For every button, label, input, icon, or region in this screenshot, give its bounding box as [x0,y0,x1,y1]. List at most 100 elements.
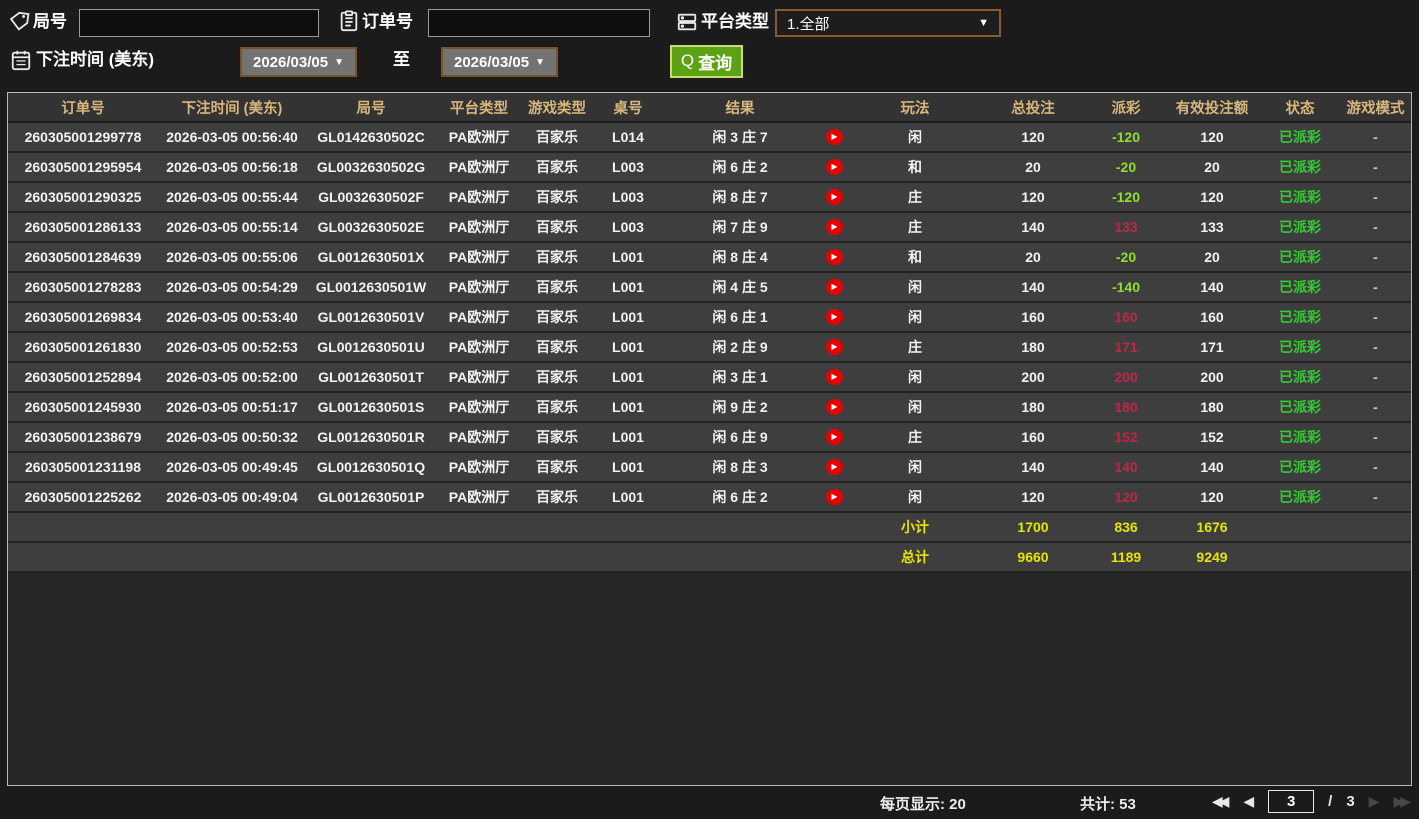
cell-order-id: 260305001278283 [8,279,158,295]
round-id-input[interactable] [79,9,319,37]
search-button-label: 查询 [698,49,732,74]
table-row[interactable]: 260305001290325 2026-03-05 00:55:44 GL00… [8,183,1411,213]
cell-game-type: 百家乐 [522,307,592,327]
first-page-icon[interactable]: ◀◀ [1212,793,1230,810]
play-video-icon[interactable]: ▶ [826,429,843,445]
cell-bet-time: 2026-03-05 00:49:45 [158,459,306,475]
table-row[interactable]: 260305001261830 2026-03-05 00:52:53 GL00… [8,333,1411,363]
cell-game-type: 百家乐 [522,397,592,417]
cell-play: 庄 [852,427,978,447]
cell-valid-bet: 133 [1164,219,1260,235]
cell-payout: -20 [1088,249,1164,265]
search-button[interactable]: Q 查询 [670,45,743,78]
table-row[interactable]: 260305001252894 2026-03-05 00:52:00 GL00… [8,363,1411,393]
current-page-input[interactable]: 3 [1268,790,1314,813]
table-empty-area [8,573,1411,785]
table-row[interactable]: 260305001225262 2026-03-05 00:49:04 GL00… [8,483,1411,513]
col-header-total-bet: 总投注 [978,97,1088,118]
cell-game-type: 百家乐 [522,487,592,507]
cell-play: 闲 [852,277,978,297]
cell-total-bet: 140 [978,279,1088,295]
subtotal-label: 小计 [852,517,978,537]
cell-table-id: L001 [592,339,664,355]
table-row[interactable]: 260305001299778 2026-03-05 00:56:40 GL01… [8,123,1411,153]
cell-result: 闲 9 庄 2 [664,397,816,417]
col-header-bet-time: 下注时间 (美东) [158,97,306,118]
play-video-icon[interactable]: ▶ [826,459,843,475]
cell-round-id: GL0142630502C [306,129,436,145]
tag-icon [8,11,30,33]
col-header-status: 状态 [1260,97,1340,118]
cell-status: 已派彩 [1260,337,1340,357]
order-id-input[interactable] [428,9,650,37]
col-header-order-id: 订单号 [8,97,158,118]
next-page-icon[interactable]: ▶ [1369,793,1380,810]
cell-play: 闲 [852,457,978,477]
table-row[interactable]: 260305001295954 2026-03-05 00:56:18 GL00… [8,153,1411,183]
cell-play: 和 [852,247,978,267]
table-row[interactable]: 260305001269834 2026-03-05 00:53:40 GL00… [8,303,1411,333]
table-row[interactable]: 260305001284639 2026-03-05 00:55:06 GL00… [8,243,1411,273]
cell-table-id: L003 [592,189,664,205]
play-video-icon[interactable]: ▶ [826,489,843,505]
cell-valid-bet: 140 [1164,279,1260,295]
cell-result: 闲 3 庄 1 [664,367,816,387]
cell-round-id: GL0012630501T [306,369,436,385]
prev-page-icon[interactable]: ◀ [1243,793,1254,810]
cell-game-type: 百家乐 [522,157,592,177]
cell-valid-bet: 20 [1164,249,1260,265]
date-from-picker[interactable]: 2026/03/05 ▼ [240,47,357,77]
cell-payout: -120 [1088,129,1164,145]
play-video-icon[interactable]: ▶ [826,369,843,385]
play-video-icon[interactable]: ▶ [826,279,843,295]
cell-round-id: GL0012630501X [306,249,436,265]
cell-result: 闲 2 庄 9 [664,337,816,357]
cell-platform: PA欧洲厅 [436,127,522,147]
cell-bet-time: 2026-03-05 00:54:29 [158,279,306,295]
cell-bet-time: 2026-03-05 00:52:00 [158,369,306,385]
play-video-icon[interactable]: ▶ [826,249,843,265]
cell-table-id: L001 [592,489,664,505]
cell-total-bet: 180 [978,399,1088,415]
platform-type-select[interactable]: 1.全部 ▼ [775,9,1001,37]
search-icon: Q [681,51,694,71]
platform-type-value: 1.全部 [787,13,830,34]
cell-total-bet: 20 [978,159,1088,175]
cell-video: ▶ [816,249,852,265]
subtotal-payout: 836 [1088,519,1164,535]
cell-game-mode: - [1340,339,1411,355]
cell-game-mode: - [1340,219,1411,235]
table-row[interactable]: 260305001278283 2026-03-05 00:54:29 GL00… [8,273,1411,303]
cell-video: ▶ [816,429,852,445]
cell-game-mode: - [1340,279,1411,295]
cell-platform: PA欧洲厅 [436,187,522,207]
bet-records-table: 订单号 下注时间 (美东) 局号 平台类型 游戏类型 桌号 结果 玩法 总投注 … [7,92,1412,786]
table-row[interactable]: 260305001286133 2026-03-05 00:55:14 GL00… [8,213,1411,243]
table-row[interactable]: 260305001245930 2026-03-05 00:51:17 GL00… [8,393,1411,423]
play-video-icon[interactable]: ▶ [826,159,843,175]
cell-total-bet: 140 [978,459,1088,475]
cell-platform: PA欧洲厅 [436,247,522,267]
order-id-label: 订单号 [362,10,413,34]
table-body: 260305001299778 2026-03-05 00:56:40 GL01… [8,123,1411,513]
col-header-round-id: 局号 [306,97,436,118]
cell-total-bet: 120 [978,189,1088,205]
date-to-picker[interactable]: 2026/03/05 ▼ [441,47,558,77]
cell-table-id: L001 [592,369,664,385]
play-video-icon[interactable]: ▶ [826,129,843,145]
play-video-icon[interactable]: ▶ [826,309,843,325]
cell-status: 已派彩 [1260,277,1340,297]
play-video-icon[interactable]: ▶ [826,399,843,415]
table-row[interactable]: 260305001238679 2026-03-05 00:50:32 GL00… [8,423,1411,453]
cell-round-id: GL0012630501P [306,489,436,505]
cell-payout: 133 [1088,219,1164,235]
play-video-icon[interactable]: ▶ [826,339,843,355]
play-video-icon[interactable]: ▶ [826,189,843,205]
per-page-text: 每页显示: 20 [880,793,966,814]
last-page-icon[interactable]: ▶▶ [1393,793,1411,810]
cell-order-id: 260305001261830 [8,339,158,355]
cell-payout: 171 [1088,339,1164,355]
col-header-mode: 游戏模式 [1340,97,1411,118]
table-row[interactable]: 260305001231198 2026-03-05 00:49:45 GL00… [8,453,1411,483]
play-video-icon[interactable]: ▶ [826,219,843,235]
